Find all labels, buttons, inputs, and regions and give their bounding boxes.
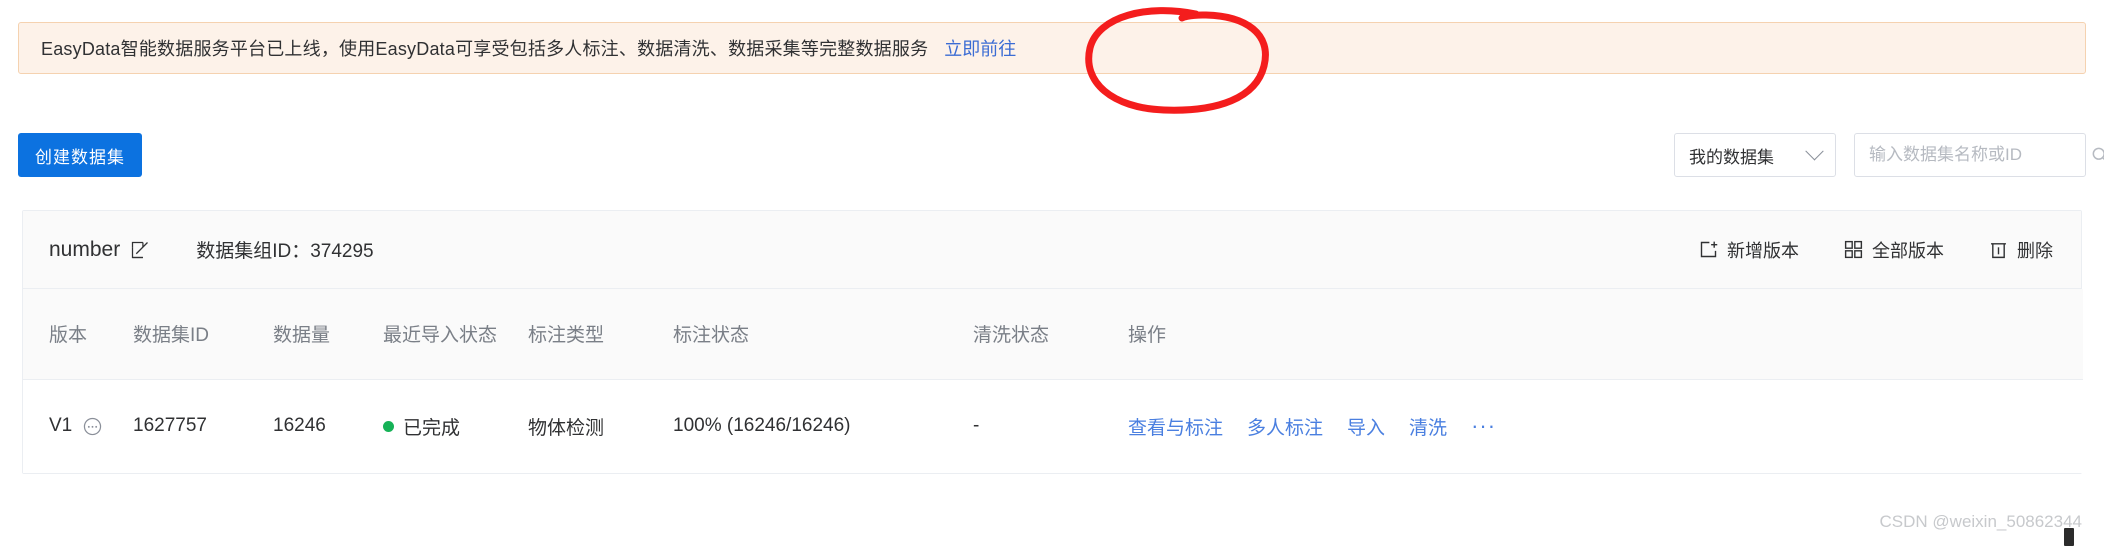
table-row: V1 1627757 16246 已完成 物体检测 100% (16246/16…	[23, 379, 2083, 473]
add-version-label: 新增版本	[1727, 240, 1799, 261]
version-label: V1	[49, 415, 73, 437]
column-header-count: 数据量	[273, 289, 383, 380]
all-versions-button[interactable]: 全部版本	[1843, 237, 1944, 263]
cursor-artifact	[2064, 528, 2074, 546]
column-header-clean-status: 清洗状态	[973, 289, 1128, 380]
grid-icon	[1844, 240, 1863, 259]
op-more-icon[interactable]: ···	[1471, 413, 1496, 439]
promo-banner-link[interactable]: 立即前往	[944, 35, 1016, 61]
import-status-label: 已完成	[403, 417, 461, 439]
dataset-card-header: number 数据集组ID：374295 新增版本 全部版本 删除	[23, 211, 2081, 289]
watermark: CSDN @weixin_50862344	[1879, 512, 2082, 531]
column-header-dataset-id: 数据集ID	[133, 289, 273, 380]
column-header-import-status: 最近导入状态	[383, 289, 528, 380]
trash-icon	[1991, 243, 2006, 259]
table-body: V1 1627757 16246 已完成 物体检测 100% (16246/16…	[23, 379, 2083, 473]
create-dataset-button[interactable]: 创建数据集	[18, 133, 142, 177]
dataset-scope-select-value: 我的数据集	[1689, 147, 1774, 167]
cell-version: V1	[23, 379, 133, 473]
table-header-row: 版本 数据集ID 数据量 最近导入状态 标注类型 标注状态 清洗状态 操作	[23, 289, 2083, 380]
page-root: EasyData智能数据服务平台已上线，使用EasyData可享受包括多人标注、…	[0, 0, 2104, 546]
promo-banner: EasyData智能数据服务平台已上线，使用EasyData可享受包括多人标注、…	[18, 22, 2086, 74]
dataset-group-id: 数据集组ID：374295	[196, 241, 374, 262]
table-header: 版本 数据集ID 数据量 最近导入状态 标注类型 标注状态 清洗状态 操作	[23, 289, 2083, 380]
op-import-link[interactable]: 导入	[1347, 413, 1385, 440]
dataset-card-actions: 新增版本 全部版本 删除	[1698, 237, 2053, 263]
add-square-icon	[1700, 241, 1718, 258]
toolbar: 创建数据集 我的数据集	[0, 118, 2104, 180]
status-dot-icon	[383, 420, 394, 432]
column-header-label-type: 标注类型	[528, 289, 673, 380]
cell-dataset-id: 1627757	[133, 379, 273, 473]
column-header-label-status: 标注状态	[673, 289, 973, 380]
ellipsis-circle-icon[interactable]	[82, 416, 103, 437]
search-icon[interactable]	[2090, 145, 2104, 165]
op-multi-annotate-link[interactable]: 多人标注	[1247, 413, 1323, 440]
cell-import-status: 已完成	[383, 379, 528, 473]
cell-operations: 查看与标注 多人标注 导入 清洗 ···	[1128, 379, 2083, 473]
search-input[interactable]	[1869, 145, 2090, 165]
promo-banner-text: EasyData智能数据服务平台已上线，使用EasyData可享受包括多人标注、…	[41, 39, 929, 59]
cell-count: 16246	[273, 379, 383, 473]
delete-button[interactable]: 删除	[1988, 237, 2053, 263]
dataset-name: number	[49, 237, 121, 261]
cell-label-type: 物体检测	[528, 379, 673, 473]
all-versions-label: 全部版本	[1872, 240, 1944, 261]
dataset-card: number 数据集组ID：374295 新增版本 全部版本 删除 版本 数据集…	[22, 210, 2083, 474]
column-header-version: 版本	[23, 289, 133, 380]
cell-label-status: 100% (16246/16246)	[673, 379, 973, 473]
op-clean-link[interactable]: 清洗	[1409, 413, 1447, 440]
search-box[interactable]	[1854, 133, 2104, 177]
dataset-versions-table: 版本 数据集ID 数据量 最近导入状态 标注类型 标注状态 清洗状态 操作 V1	[23, 289, 2083, 473]
dataset-scope-select[interactable]: 我的数据集	[1674, 133, 1836, 177]
delete-label: 删除	[2017, 240, 2053, 261]
op-view-annotate-link[interactable]: 查看与标注	[1128, 413, 1223, 440]
chevron-down-icon	[1805, 141, 1824, 160]
add-version-button[interactable]: 新增版本	[1698, 237, 1799, 263]
cell-clean-status: -	[973, 379, 1128, 473]
column-header-operations: 操作	[1128, 289, 2083, 380]
edit-square-icon[interactable]	[130, 240, 150, 260]
